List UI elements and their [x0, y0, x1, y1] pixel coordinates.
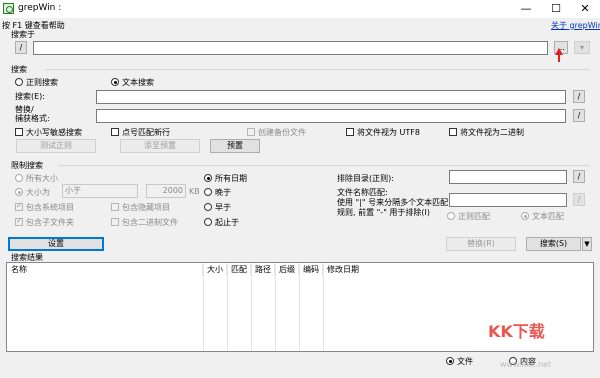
older-than-radio[interactable]: [204, 203, 212, 211]
search-text-input[interactable]: [96, 90, 566, 104]
col-name[interactable]: 名称: [7, 264, 203, 276]
search-in-label: 搜索于: [11, 30, 35, 39]
col-divider: [299, 263, 300, 351]
file-match-input[interactable]: [449, 193, 567, 207]
size-value-input[interactable]: 2000: [146, 184, 186, 198]
maximize-button[interactable]: ☐: [541, 0, 571, 18]
include-subfolders-label: 包含子文件夹: [26, 218, 74, 227]
kk-download-watermark: KK下载: [488, 322, 545, 341]
col-divider: [227, 263, 228, 351]
exclude-dirs-helper-button[interactable]: /: [573, 170, 585, 183]
title-bar: [0, 0, 600, 18]
replace-text-input[interactable]: [96, 109, 566, 123]
replace-button[interactable]: 替换(R): [446, 237, 516, 251]
col-matches[interactable]: 匹配: [227, 264, 251, 276]
case-sensitive-checkbox[interactable]: [15, 128, 23, 136]
col-modified-date[interactable]: 修改日期: [323, 264, 373, 276]
col-extension[interactable]: 后缀: [275, 264, 299, 276]
show-files-label: 文件: [457, 357, 473, 366]
col-path[interactable]: 路径: [251, 264, 275, 276]
treat-binary-checkbox[interactable]: [449, 128, 457, 136]
file-match-hint-line2: 规则, 前置 "-" 用于排除(I): [337, 208, 431, 217]
settings-button[interactable]: 设置: [8, 237, 104, 251]
search-options-dropdown[interactable]: ▼: [582, 237, 592, 251]
all-dates-radio[interactable]: [204, 174, 212, 182]
regex-search-label: 正则搜索: [26, 78, 58, 87]
search-regex-helper-button[interactable]: /: [573, 90, 585, 103]
search-button[interactable]: 搜索(S): [526, 237, 581, 251]
show-files-radio[interactable]: [446, 357, 454, 365]
size-is-label: 大小为: [26, 188, 50, 197]
col-divider: [323, 263, 324, 351]
regex-match-label: 正则匹配: [458, 212, 490, 221]
red-arrow-shaft: [558, 54, 560, 62]
col-encoding[interactable]: 编码: [299, 264, 323, 276]
include-hidden-label: 包含隐藏项目: [122, 203, 170, 212]
replace-label-line2: 捕获格式:: [15, 114, 50, 123]
text-match-label: 文本匹配: [532, 212, 564, 221]
about-link[interactable]: 关于 grepWin: [551, 20, 600, 31]
all-sizes-label: 所有大小: [26, 174, 58, 183]
limit-section-label: 限制搜索: [11, 161, 43, 170]
include-system-label: 包含系统项目: [26, 203, 74, 212]
between-dates-radio[interactable]: [204, 218, 212, 226]
include-binary-label: 包含二进制文件: [122, 218, 178, 227]
col-divider: [275, 263, 276, 351]
newer-than-radio[interactable]: [204, 188, 212, 196]
col-divider: [251, 263, 252, 351]
window-title: grepWin :: [18, 3, 62, 13]
search-group-divider: [45, 69, 590, 70]
text-match-radio[interactable]: [521, 212, 529, 220]
text-search-label: 文本搜索: [122, 78, 154, 87]
presets-button[interactable]: 预置: [210, 139, 260, 153]
size-is-radio[interactable]: [15, 188, 23, 196]
all-sizes-radio[interactable]: [15, 174, 23, 182]
test-regex-button[interactable]: 测试正则: [16, 139, 96, 153]
create-backup-checkbox[interactable]: [247, 128, 255, 136]
grepwin-app-icon: [3, 3, 14, 14]
all-dates-label: 所有日期: [215, 174, 247, 183]
col-size[interactable]: 大小: [203, 264, 227, 276]
close-button[interactable]: ✕: [570, 0, 600, 18]
add-preset-button[interactable]: 添至预置: [120, 139, 200, 153]
search-in-options-button[interactable]: /: [15, 41, 27, 54]
dot-newline-checkbox[interactable]: [111, 128, 119, 136]
file-match-helper-button[interactable]: /: [573, 193, 585, 206]
text-search-radio[interactable]: [111, 78, 119, 86]
include-hidden-checkbox[interactable]: [111, 203, 119, 211]
between-dates-label: 起止于: [215, 218, 239, 227]
search-for-label: 搜索(E):: [15, 92, 45, 101]
search-path-input[interactable]: [33, 41, 548, 55]
size-operator-select[interactable]: 小于: [62, 184, 138, 198]
newer-than-label: 晚于: [215, 188, 231, 197]
case-sensitive-label: 大小写敏感搜索: [26, 128, 82, 137]
include-system-checkbox[interactable]: [15, 201, 23, 211]
dot-newline-label: 点号匹配新行: [122, 128, 170, 137]
include-subfolders-checkbox[interactable]: [15, 216, 23, 226]
older-than-label: 早于: [215, 203, 231, 212]
regex-search-radio[interactable]: [15, 78, 23, 86]
exclude-dirs-input[interactable]: [449, 170, 567, 184]
kk-download-url-watermark: www.kkx.net: [500, 360, 552, 369]
exclude-dirs-label: 排除目录(正则):: [337, 174, 394, 183]
search-section-label: 搜索: [11, 65, 27, 74]
include-binary-checkbox[interactable]: [111, 218, 119, 226]
replace-regex-helper-button[interactable]: /: [573, 109, 585, 122]
size-unit-label: KB: [189, 187, 200, 196]
treat-binary-label: 将文件视为二进制: [460, 128, 524, 137]
limit-group-divider: [58, 165, 590, 166]
treat-utf8-label: 将文件视为 UTF8: [357, 128, 420, 137]
treat-utf8-checkbox[interactable]: [346, 128, 354, 136]
minimize-button[interactable]: —: [511, 0, 541, 18]
create-backup-label: 创建备份文件: [258, 128, 306, 137]
path-history-dropdown[interactable]: ▾: [574, 41, 590, 54]
col-divider: [203, 263, 204, 351]
regex-match-radio[interactable]: [447, 212, 455, 220]
